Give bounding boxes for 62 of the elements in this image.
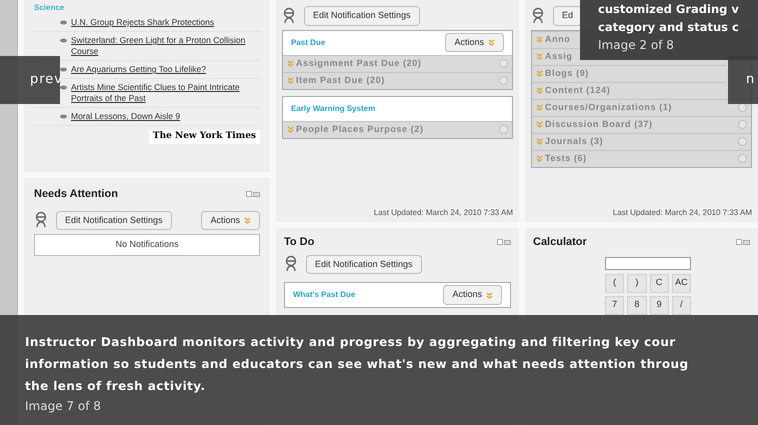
headline-link[interactable]: Moral Lessons, Down Aisle 9: [71, 111, 180, 122]
group-title: Past Due: [291, 36, 326, 48]
calculator-key[interactable]: ): [627, 274, 646, 292]
chevron-down-icon: [244, 216, 251, 224]
calculator-key[interactable]: C: [650, 274, 669, 292]
headline-link[interactable]: Are Aquariums Getting Too Lifelike?: [71, 64, 206, 75]
calculator-key[interactable]: /: [672, 296, 691, 314]
chevron-down-icon: [536, 53, 543, 60]
bullet-icon: [60, 20, 67, 25]
panel-controls-icon[interactable]: [246, 190, 260, 198]
actions-button[interactable]: Actions: [201, 210, 260, 230]
edit-notification-settings-button[interactable]: Edit Notification Settings: [304, 6, 420, 26]
chevron-down-icon: [536, 138, 543, 145]
person-icon: [531, 6, 545, 25]
calculator-key[interactable]: 9: [650, 296, 669, 314]
panel-controls-icon[interactable]: [736, 238, 750, 246]
headline-link[interactable]: Artists Mine Scientific Clues to Paint Intricate Portraits of the Past: [71, 82, 260, 104]
group-title: Early Warning System: [291, 102, 376, 114]
actions-button[interactable]: Actions: [443, 285, 502, 305]
bullet-icon: [60, 85, 67, 90]
calculator-key[interactable]: 7: [605, 296, 624, 314]
chevron-down-icon: [486, 292, 493, 298]
chevron-down-icon: [488, 39, 495, 46]
chevron-down-icon: [536, 155, 543, 162]
edit-notification-settings-button[interactable]: Ed: [553, 6, 582, 26]
panel-title: To Do: [284, 235, 314, 250]
headline-link[interactable]: U.N. Group Rejects Shark Protections: [71, 17, 214, 28]
chevron-down-icon: [287, 77, 294, 84]
empty-message: No Notifications: [34, 234, 260, 256]
calculator-display[interactable]: [605, 256, 691, 270]
panel-title: Needs Attention: [34, 187, 118, 202]
image-counter: Image 7 of 8: [25, 398, 102, 415]
chevron-down-icon: [536, 87, 543, 94]
chevron-down-icon: [536, 121, 543, 128]
caption-text: Instructor Dashboard monitors activity and progress by aggregating and filtering key cour information so students and educators can see what's new and what needs attention throug the lens of fresh activity.: [25, 334, 690, 395]
newspaper-logo: The New York Times: [148, 130, 260, 144]
chevron-down-icon: [536, 36, 543, 43]
bullet-icon: [60, 67, 67, 72]
chevron-down-icon: [536, 70, 543, 77]
bullet-icon: [60, 114, 67, 119]
chevron-down-icon: [287, 60, 294, 67]
edit-notification-settings-button[interactable]: Edit Notification Settings: [56, 210, 172, 230]
edit-notification-settings-button[interactable]: Edit Notification Settings: [306, 254, 422, 274]
headline-link[interactable]: Switzerland: Green Light for a Proton Collision Course: [71, 35, 260, 57]
person-icon: [284, 255, 298, 274]
actions-button[interactable]: Actions: [445, 32, 504, 52]
last-updated-text: Last Updated: March 24, 2010 7:33 AM: [374, 207, 513, 219]
panel-title: Calculator: [533, 235, 587, 250]
group-title: What's Past Due: [293, 289, 356, 301]
chevron-down-icon: [536, 104, 543, 111]
category-label: Science: [34, 2, 66, 14]
person-icon: [34, 211, 48, 230]
image-counter: Image 2 of 8: [598, 37, 675, 54]
bullet-icon: [60, 38, 67, 43]
panel-controls-icon[interactable]: [497, 238, 511, 246]
last-updated-text: Last Updated: March 24, 2010 7:33 AM: [612, 207, 752, 219]
person-icon: [282, 6, 296, 25]
calculator-key[interactable]: 8: [627, 296, 646, 314]
calculator-key[interactable]: AC: [672, 274, 691, 292]
chevron-down-icon: [287, 126, 294, 133]
calculator-key[interactable]: (: [605, 274, 624, 292]
caption-text: customized Grading v category and status c: [598, 1, 740, 36]
